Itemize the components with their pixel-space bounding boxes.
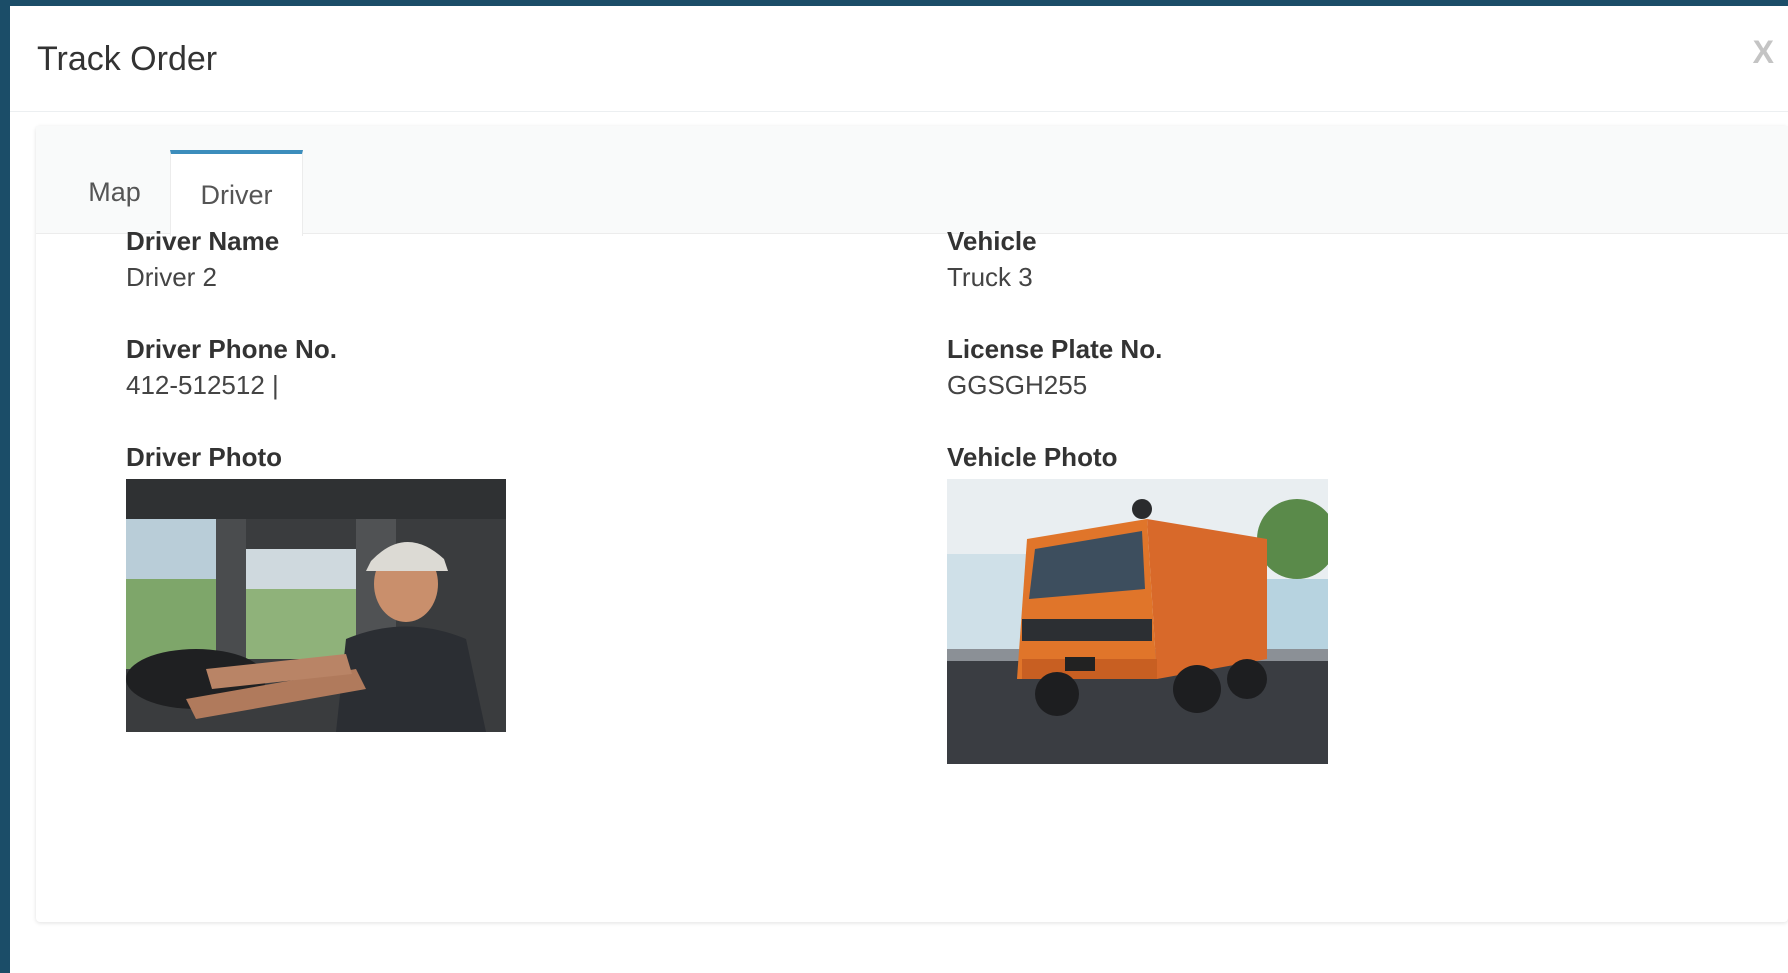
tab-bar: Map Driver (36, 126, 1788, 236)
tab-map[interactable]: Map (62, 150, 167, 234)
track-order-modal: Track Order X Map Driver Driver Name Dri… (10, 6, 1788, 973)
driver-name-value: Driver 2 (126, 262, 218, 292)
vehicle-photo-label: Vehicle Photo (947, 442, 1118, 472)
driver-photo (126, 479, 506, 732)
driver-name-label: Driver Name (126, 226, 280, 256)
vehicle-name-value: Truck 3 (947, 262, 1033, 292)
modal-title: Track Order (37, 40, 218, 78)
tab-panel: Map Driver Driver Name Driver 2 Driver P… (36, 126, 1788, 922)
vehicle-photo (947, 479, 1328, 764)
driver-photo-label: Driver Photo (126, 442, 283, 472)
driver-phone-value: 412-512512 | (126, 370, 279, 400)
close-button[interactable]: X (1753, 34, 1774, 71)
license-plate-value: GGSGH255 (947, 370, 1088, 400)
vehicle-name-label: Vehicle (947, 226, 1037, 256)
tab-driver[interactable]: Driver (170, 150, 303, 236)
driver-phone-label: Driver Phone No. (126, 334, 337, 364)
modal-header: Track Order X (10, 6, 1788, 112)
license-plate-label: License Plate No. (947, 334, 1163, 364)
